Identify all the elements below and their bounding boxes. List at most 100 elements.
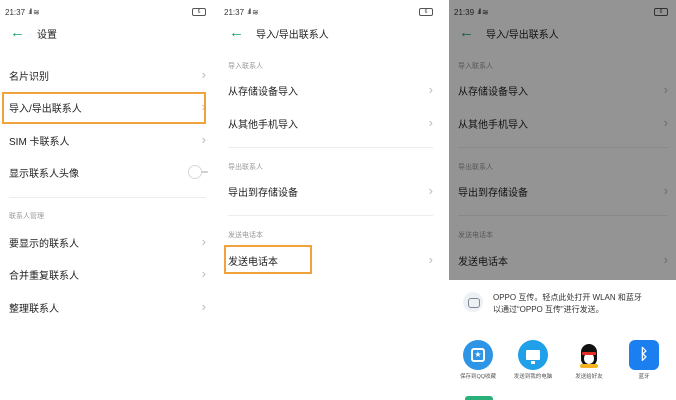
- divider: [458, 147, 668, 148]
- settings-row-visible-contacts[interactable]: 要显示的联系人 ›: [0, 227, 214, 257]
- settings-row-organize-contacts[interactable]: 整理联系人 ›: [0, 292, 214, 322]
- share-sheet: OPPO 互传。轻点此处打开 WLAN 和蓝牙 以通过“OPPO 互传”进行发送…: [449, 280, 676, 400]
- section-label: 发送电话本: [458, 232, 493, 239]
- share-target-send-to-friend[interactable]: 发送给好友: [562, 340, 616, 381]
- chevron-right-icon: ›: [663, 115, 668, 130]
- page-title: 导入/导出联系人: [486, 29, 559, 41]
- share-target-label: 保存到QQ收藏: [459, 374, 497, 380]
- oppo-share-prompt[interactable]: OPPO 互传。轻点此处打开 WLAN 和蓝牙 以通过“OPPO 互传”进行发送…: [463, 292, 668, 316]
- chevron-right-icon: ›: [428, 252, 433, 267]
- chevron-right-icon: ›: [428, 115, 433, 130]
- row-export-to-storage[interactable]: 导出到存储设备 ›: [449, 176, 676, 206]
- chevron-right-icon: ›: [201, 67, 206, 82]
- cellular-signal-icon: .ıll: [28, 8, 32, 16]
- oppo-share-line2: 以通过“OPPO 互传”进行发送。: [493, 305, 604, 314]
- status-time: 21:37: [224, 7, 245, 17]
- share-target-label: 蓝牙: [638, 374, 650, 380]
- settings-screen: 21:37 .ıll ≋ 6 ← 设置 名片识别 › 导入/导出联系人 › SI…: [0, 0, 214, 400]
- section-label: 导出联系人: [458, 164, 493, 171]
- chevron-right-icon: ›: [201, 299, 206, 314]
- cellular-signal-icon: .ıll: [477, 8, 481, 16]
- row-label: 要显示的联系人: [9, 238, 79, 250]
- chevron-right-icon: ›: [201, 132, 206, 147]
- chevron-right-icon: ›: [428, 82, 433, 97]
- settings-row-card-recognition[interactable]: 名片识别 ›: [0, 60, 214, 90]
- section-label: 导入联系人: [458, 63, 493, 70]
- row-import-from-phone[interactable]: 从其他手机导入 ›: [449, 108, 676, 138]
- status-time: 21:39: [454, 7, 475, 17]
- section-label: 导入联系人: [228, 63, 263, 70]
- row-label: 从存储设备导入: [458, 86, 528, 98]
- status-bar: 21:37 .ıll ≋ 6: [5, 6, 206, 18]
- row-import-from-storage[interactable]: 从存储设备导入 ›: [449, 75, 676, 105]
- battery-icon: 6: [654, 8, 668, 16]
- computer-icon: [518, 340, 548, 370]
- app-header: ← 导入/导出联系人: [219, 22, 441, 44]
- row-label: SIM 卡联系人: [9, 136, 70, 148]
- back-arrow-icon[interactable]: ←: [459, 22, 479, 44]
- toggle-knob: [188, 165, 202, 179]
- back-arrow-icon[interactable]: ←: [10, 22, 30, 44]
- section-label: 导出联系人: [228, 164, 263, 171]
- row-import-from-storage[interactable]: 从存储设备导入 ›: [219, 75, 441, 105]
- row-label: 显示联系人头像: [9, 168, 79, 180]
- divider: [458, 215, 668, 216]
- row-send-contacts[interactable]: 发送电话本 ›: [449, 245, 676, 275]
- settings-row-merge-duplicates[interactable]: 合并重复联系人 ›: [0, 259, 214, 289]
- chevron-right-icon: ›: [663, 252, 668, 267]
- settings-row-show-avatar[interactable]: 显示联系人头像: [0, 157, 214, 187]
- status-time: 21:37: [5, 7, 26, 17]
- app-header: ← 设置: [0, 22, 214, 44]
- row-label: 发送电话本: [458, 256, 508, 268]
- battery-icon: 6: [192, 8, 206, 16]
- app-header: ← 导入/导出联系人: [449, 22, 676, 44]
- row-export-to-storage[interactable]: 导出到存储设备 ›: [219, 176, 441, 206]
- divider: [228, 215, 433, 216]
- wifi-icon: ≋: [252, 7, 259, 17]
- row-label: 导出到存储设备: [228, 187, 298, 199]
- row-label: 整理联系人: [9, 303, 59, 315]
- qq-penguin-icon: [574, 340, 604, 370]
- chevron-right-icon: ›: [663, 82, 668, 97]
- share-target-bluetooth[interactable]: ᛒ 蓝牙: [617, 340, 671, 381]
- wifi-icon: ≋: [33, 7, 40, 17]
- oppo-share-text: OPPO 互传。轻点此处打开 WLAN 和蓝牙 以通过“OPPO 互传”进行发送…: [493, 292, 642, 316]
- share-screen: 21:39 .ıll ≋ 6 ← 导入/导出联系人 导入联系人 从存储设备导入 …: [449, 0, 676, 400]
- page-title: 设置: [37, 29, 57, 41]
- back-arrow-icon[interactable]: ←: [229, 22, 249, 44]
- share-target-my-computer[interactable]: 发送到我的电脑: [506, 340, 560, 381]
- settings-row-sim-contacts[interactable]: SIM 卡联系人 ›: [0, 125, 214, 155]
- share-target-qq-favorites[interactable]: ★ 保存到QQ收藏: [451, 340, 505, 381]
- wifi-icon: ≋: [482, 7, 489, 17]
- row-import-from-phone[interactable]: 从其他手机导入 ›: [219, 108, 441, 138]
- section-label: 发送电话本: [228, 232, 263, 239]
- row-label: 从存储设备导入: [228, 86, 298, 98]
- battery-icon: 6: [419, 8, 433, 16]
- section-label: 联系人管理: [9, 213, 44, 220]
- divider: [228, 147, 433, 148]
- share-target-label: 发送到我的电脑: [513, 374, 553, 380]
- status-bar: 21:39 .ıll ≋ 6: [454, 6, 668, 18]
- next-row-icon-peek: [465, 396, 493, 400]
- oppo-share-line1: OPPO 互传。轻点此处打开 WLAN 和蓝牙: [493, 293, 642, 302]
- chevron-right-icon: ›: [428, 183, 433, 198]
- bluetooth-icon: ᛒ: [629, 340, 659, 370]
- page-title: 导入/导出联系人: [256, 29, 329, 41]
- highlight-box: [224, 245, 312, 274]
- oppo-share-icon: [463, 292, 483, 312]
- import-export-screen: 21:37 .ıll ≋ 6 ← 导入/导出联系人 导入联系人 从存储设备导入 …: [219, 0, 441, 400]
- row-label: 合并重复联系人: [9, 270, 79, 282]
- share-target-label: 发送给好友: [575, 374, 603, 380]
- row-label: 从其他手机导入: [228, 119, 298, 131]
- row-label: 名片识别: [9, 71, 49, 83]
- chevron-right-icon: ›: [663, 183, 668, 198]
- cellular-signal-icon: .ıll: [247, 8, 251, 16]
- qq-favorites-icon: ★: [463, 340, 493, 370]
- row-label: 从其他手机导入: [458, 119, 528, 131]
- divider: [9, 197, 206, 198]
- row-label: 导出到存储设备: [458, 187, 528, 199]
- avatar-toggle[interactable]: [188, 165, 208, 179]
- status-bar: 21:37 .ıll ≋ 6: [224, 6, 433, 18]
- highlight-box: [2, 92, 206, 124]
- chevron-right-icon: ›: [201, 266, 206, 281]
